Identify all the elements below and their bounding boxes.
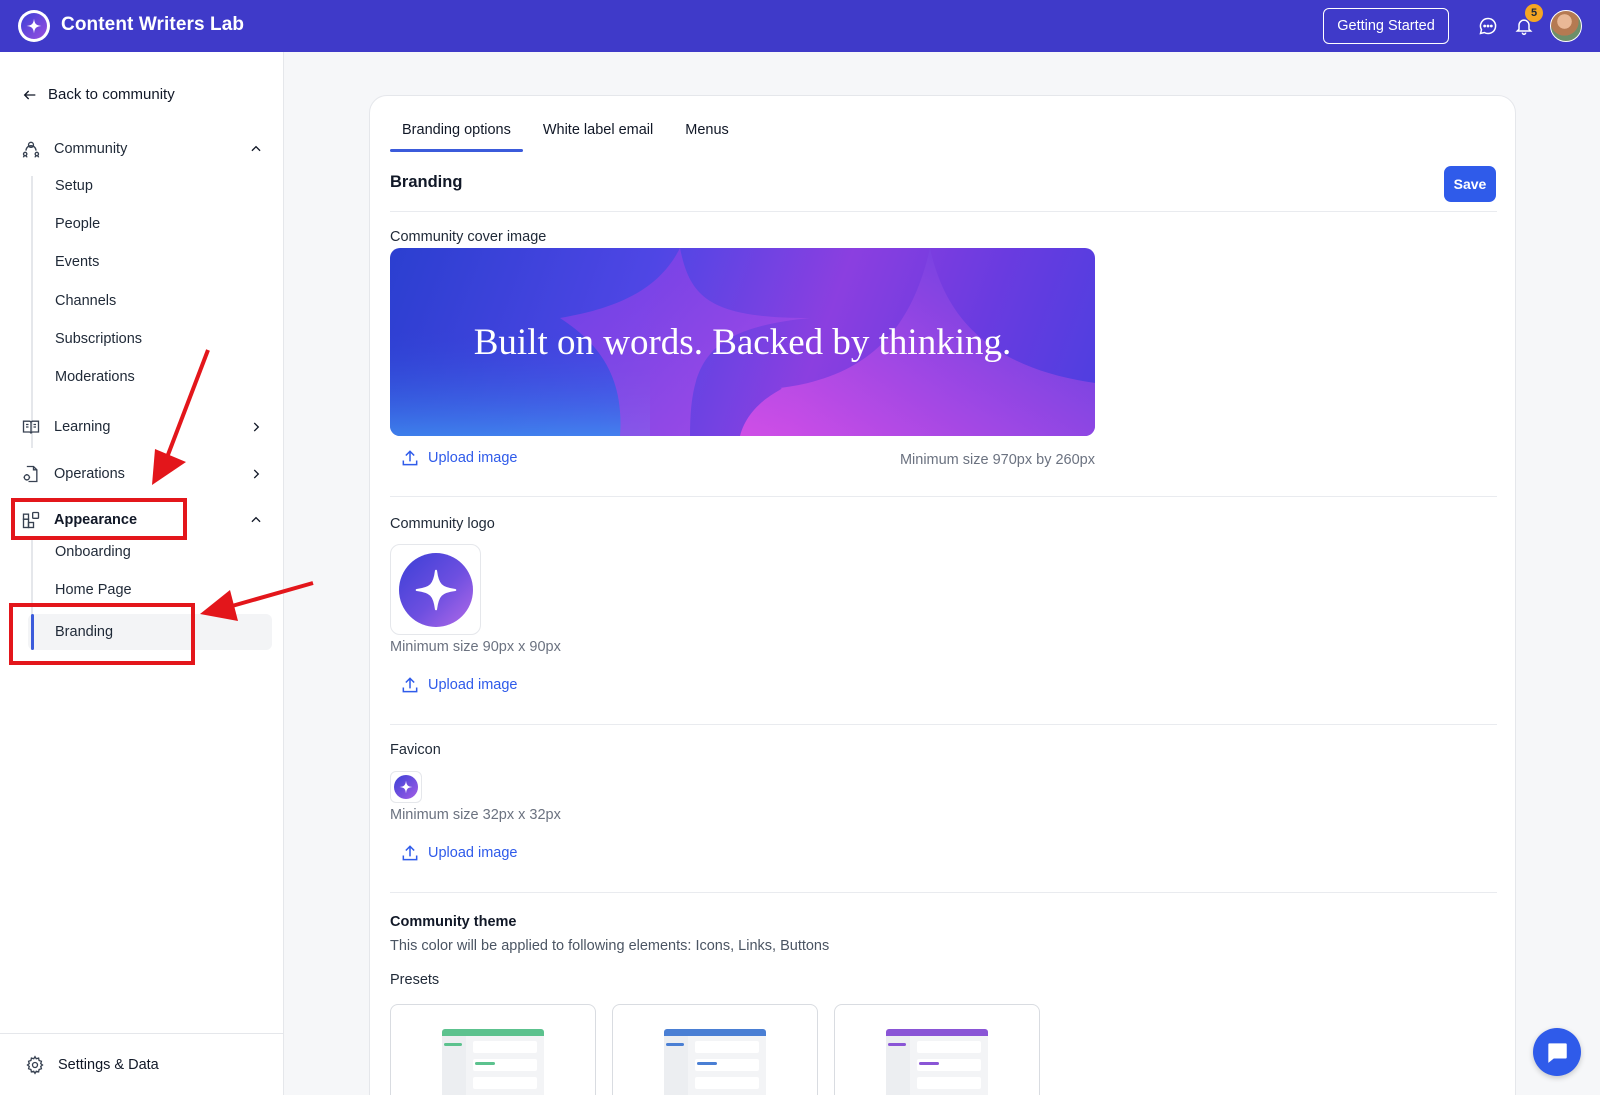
sidebar-group-operations[interactable]: Operations bbox=[20, 460, 264, 488]
arrow-left-icon bbox=[23, 90, 36, 99]
preset-green[interactable] bbox=[390, 1004, 596, 1095]
chat-icon[interactable] bbox=[1476, 14, 1500, 38]
sidebar: Back to community Community Setup People… bbox=[0, 52, 284, 1095]
divider bbox=[390, 211, 1497, 212]
section-title: Branding bbox=[390, 173, 463, 191]
community-logo-preview bbox=[390, 544, 481, 635]
sidebar-group-learning[interactable]: Learning bbox=[20, 413, 264, 441]
community-icon bbox=[20, 138, 42, 160]
annotation-box-branding bbox=[9, 603, 195, 665]
upload-label: Upload image bbox=[428, 450, 518, 466]
branding-card: Branding options White label email Menus… bbox=[369, 95, 1516, 1095]
chevron-right-icon[interactable] bbox=[248, 466, 264, 482]
sidebar-group-label: Operations bbox=[54, 466, 125, 482]
chevron-up-icon[interactable] bbox=[248, 512, 264, 528]
book-icon bbox=[20, 416, 42, 438]
favicon-upload-button[interactable]: Upload image bbox=[400, 843, 517, 863]
user-avatar[interactable] bbox=[1550, 10, 1582, 42]
preset-purple[interactable] bbox=[834, 1004, 1040, 1095]
logo-upload-button[interactable]: Upload image bbox=[400, 675, 517, 695]
upload-icon bbox=[402, 845, 418, 861]
sidebar-item-events[interactable]: Events bbox=[55, 252, 99, 272]
app-name[interactable]: Content Writers Lab bbox=[61, 14, 244, 36]
upload-icon bbox=[402, 677, 418, 693]
theme-title: Community theme bbox=[390, 914, 517, 930]
cover-upload-button[interactable]: Upload image bbox=[400, 448, 517, 468]
back-link-label: Back to community bbox=[48, 86, 175, 103]
top-bar: Content Writers Lab Getting Started 5 bbox=[0, 0, 1600, 52]
favicon-label: Favicon bbox=[390, 742, 441, 758]
upload-label: Upload image bbox=[428, 845, 518, 861]
settings-label: Settings & Data bbox=[58, 1056, 159, 1073]
sidebar-group-community[interactable]: Community bbox=[20, 135, 264, 163]
sidebar-item-subscriptions[interactable]: Subscriptions bbox=[55, 329, 142, 349]
chevron-right-icon[interactable] bbox=[248, 419, 264, 435]
chat-bubble-icon bbox=[1548, 1043, 1567, 1063]
gear-icon bbox=[24, 1054, 46, 1076]
document-settings-icon bbox=[20, 463, 42, 485]
community-logo-icon[interactable] bbox=[18, 10, 50, 42]
annotation-box-appearance bbox=[11, 498, 187, 540]
notification-count-badge: 5 bbox=[1525, 4, 1543, 22]
logo-label: Community logo bbox=[390, 516, 495, 532]
tree-line bbox=[31, 176, 33, 448]
tab-white-label-email[interactable]: White label email bbox=[531, 122, 665, 148]
sidebar-group-label: Learning bbox=[54, 419, 111, 435]
cover-image-text: Built on words. Backed by thinking. bbox=[473, 321, 1012, 363]
settings-and-data-link[interactable]: Settings & Data bbox=[0, 1033, 284, 1095]
getting-started-button[interactable]: Getting Started bbox=[1323, 8, 1449, 44]
sidebar-item-channels[interactable]: Channels bbox=[55, 291, 116, 311]
sidebar-item-setup[interactable]: Setup bbox=[55, 176, 93, 196]
support-chat-button[interactable] bbox=[1533, 1028, 1581, 1076]
back-to-community-link[interactable]: Back to community bbox=[22, 86, 175, 103]
sidebar-item-home-page[interactable]: Home Page bbox=[55, 580, 132, 600]
sidebar-group-label: Community bbox=[54, 141, 128, 157]
logo-size-hint: Minimum size 90px x 90px bbox=[390, 639, 561, 655]
sidebar-item-onboarding[interactable]: Onboarding bbox=[55, 542, 131, 562]
preset-blue[interactable] bbox=[612, 1004, 818, 1095]
sidebar-item-people[interactable]: People bbox=[55, 214, 100, 234]
tab-bar: Branding options White label email Menus bbox=[390, 122, 749, 152]
upload-icon bbox=[402, 450, 418, 466]
divider bbox=[390, 724, 1497, 725]
chevron-up-icon[interactable] bbox=[248, 141, 264, 157]
sidebar-item-moderations[interactable]: Moderations bbox=[55, 367, 135, 387]
cover-size-hint: Minimum size 970px by 260px bbox=[899, 452, 1095, 468]
theme-description: This color will be applied to following … bbox=[390, 938, 830, 954]
upload-label: Upload image bbox=[428, 677, 518, 693]
tab-menus[interactable]: Menus bbox=[673, 122, 741, 148]
divider bbox=[390, 892, 1497, 893]
presets-label: Presets bbox=[390, 972, 440, 988]
tab-branding-options[interactable]: Branding options bbox=[390, 122, 523, 152]
favicon-preview bbox=[390, 771, 422, 803]
save-button[interactable]: Save bbox=[1444, 166, 1496, 202]
cover-image-label: Community cover image bbox=[390, 229, 547, 245]
divider bbox=[390, 496, 1497, 497]
cover-image: Built on words. Backed by thinking. bbox=[390, 248, 1095, 436]
favicon-size-hint: Minimum size 32px x 32px bbox=[390, 807, 561, 823]
